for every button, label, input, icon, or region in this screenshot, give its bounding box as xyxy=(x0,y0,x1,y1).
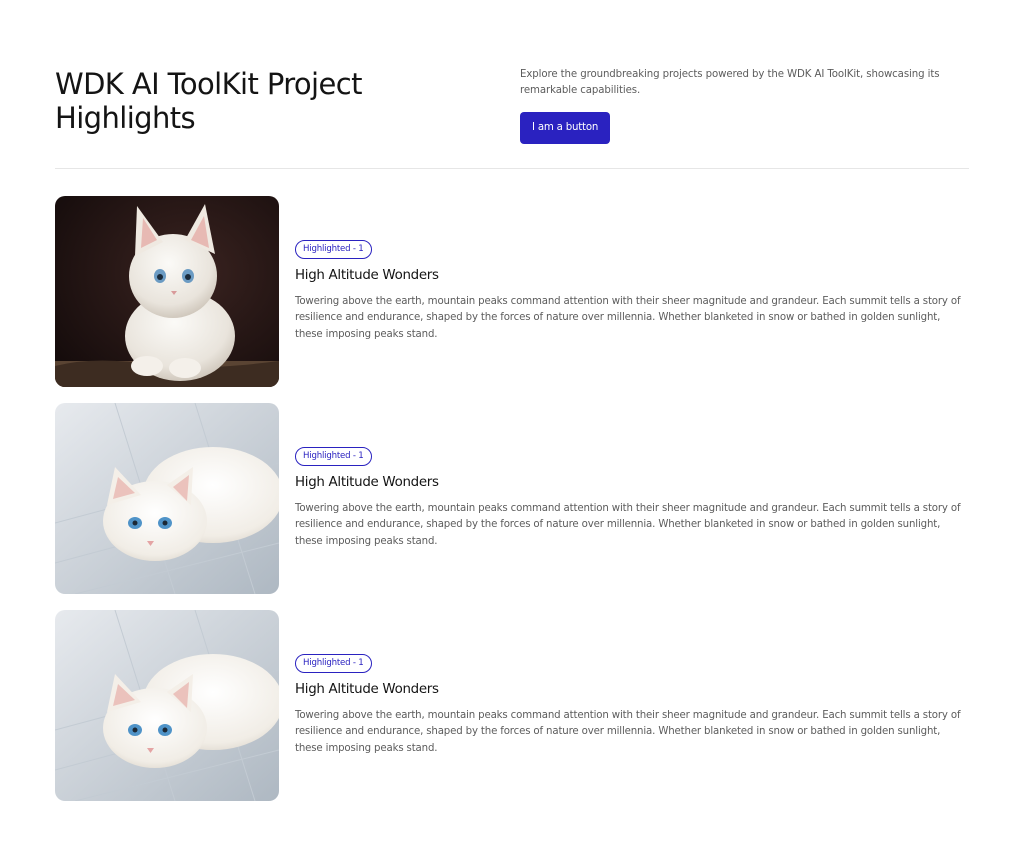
kitten-sitting-photo xyxy=(55,196,279,387)
highlight-badge: Highlighted - 1 xyxy=(295,239,372,259)
header-intro: Explore the groundbreaking projects powe… xyxy=(520,67,969,144)
kitten-lying-photo xyxy=(55,610,279,801)
header-description: Explore the groundbreaking projects powe… xyxy=(520,69,940,96)
highlight-card: Highlighted - 1 High Altitude Wonders To… xyxy=(55,196,969,387)
highlight-description: Towering above the earth, mountain peaks… xyxy=(295,709,961,754)
highlight-card: Highlighted - 1 High Altitude Wonders To… xyxy=(55,403,969,594)
primary-button[interactable]: I am a button xyxy=(520,112,611,144)
highlight-description: Towering above the earth, mountain peaks… xyxy=(295,502,961,547)
highlight-title: High Altitude Wonders xyxy=(295,267,439,283)
kitten-sitting-image xyxy=(55,196,279,387)
header-divider xyxy=(55,168,969,169)
highlight-card: Highlighted - 1 High Altitude Wonders To… xyxy=(55,610,969,801)
highlights-list: Highlighted - 1 High Altitude Wonders To… xyxy=(55,196,969,817)
page-title: WDK AI ToolKit Project Highlights xyxy=(55,67,362,135)
highlight-card-body: Highlighted - 1 High Altitude Wonders To… xyxy=(295,196,969,387)
kitten-lying-image xyxy=(55,610,279,801)
highlight-title: High Altitude Wonders xyxy=(295,681,439,697)
highlight-badge: Highlighted - 1 xyxy=(295,653,372,673)
highlight-card-body: Highlighted - 1 High Altitude Wonders To… xyxy=(295,403,969,594)
highlight-badge: Highlighted - 1 xyxy=(295,446,372,466)
highlight-title: High Altitude Wonders xyxy=(295,474,439,490)
page-header: WDK AI ToolKit Project Highlights Explor… xyxy=(55,65,969,168)
kitten-lying-image xyxy=(55,403,279,594)
highlight-description: Towering above the earth, mountain peaks… xyxy=(295,295,961,340)
highlight-card-body: Highlighted - 1 High Altitude Wonders To… xyxy=(295,610,969,801)
kitten-lying-photo xyxy=(55,403,279,594)
